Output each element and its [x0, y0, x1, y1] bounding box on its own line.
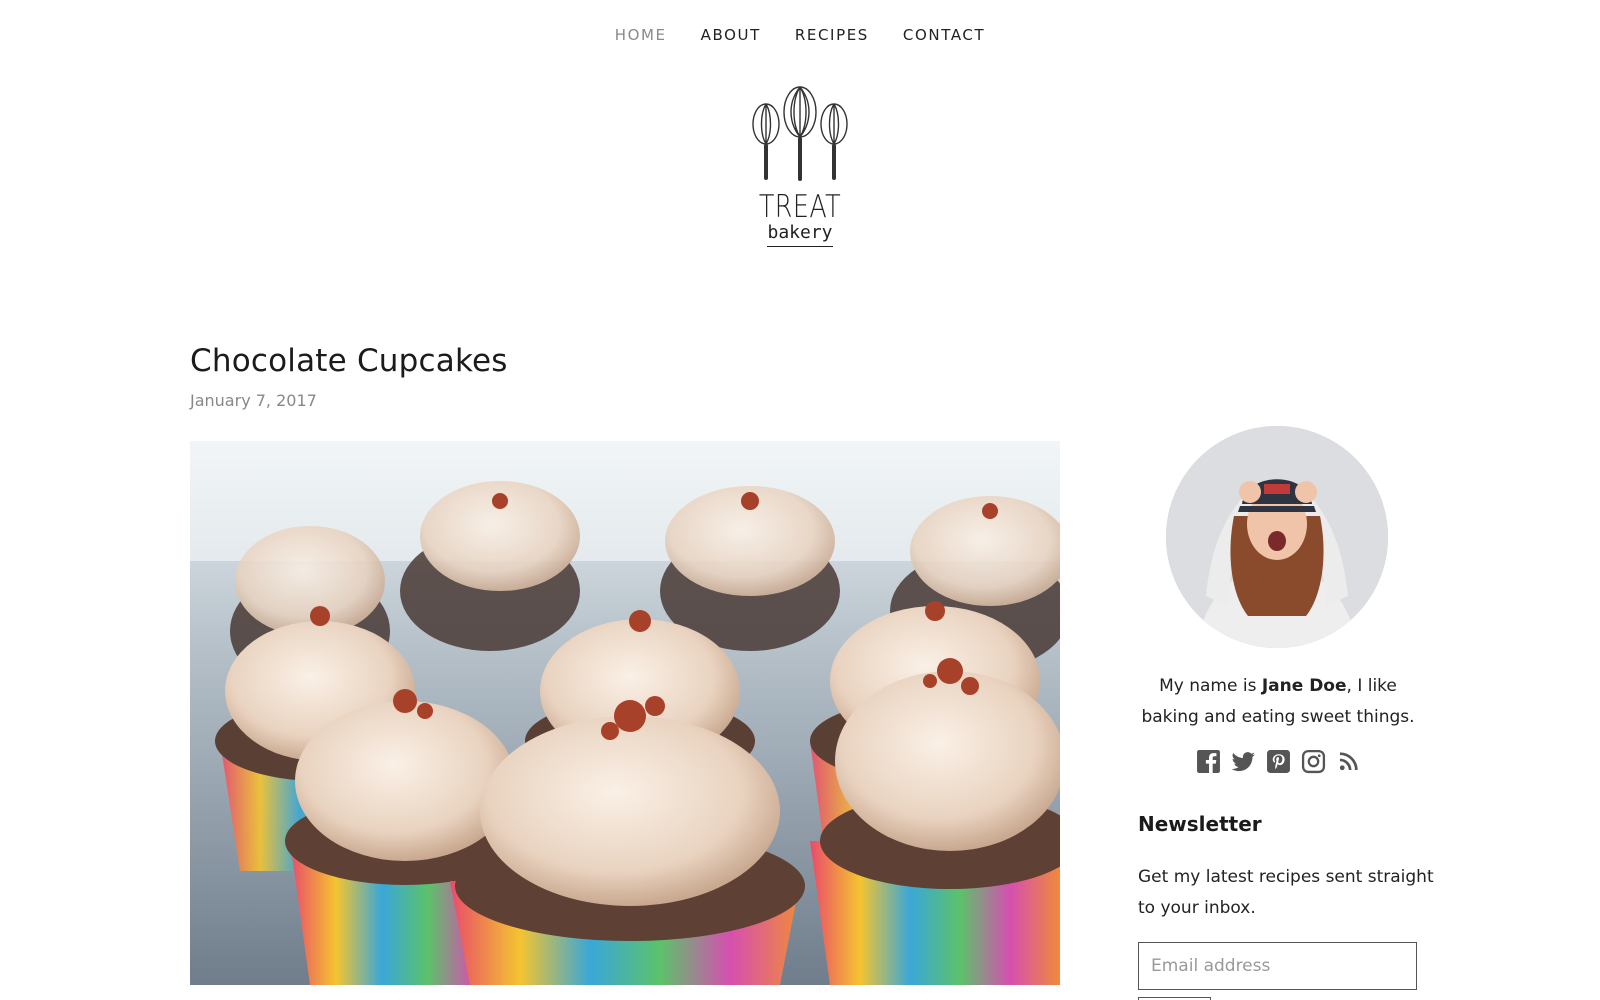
instagram-icon[interactable] [1301, 749, 1326, 774]
bio-prefix: My name is [1159, 676, 1262, 696]
social-links [1196, 749, 1361, 774]
pinterest-icon[interactable] [1266, 749, 1291, 774]
main-nav: HOME ABOUT RECIPES CONTACT [0, 26, 1600, 44]
cupcakes-photo [190, 441, 1060, 985]
rss-icon[interactable] [1336, 749, 1361, 774]
nav-about[interactable]: ABOUT [701, 26, 761, 44]
nav-recipes[interactable]: RECIPES [795, 26, 869, 44]
nav-contact[interactable]: CONTACT [903, 26, 985, 44]
author-name: Jane Doe [1261, 676, 1347, 696]
newsletter-text: Get my latest recipes sent straight to y… [1138, 867, 1434, 918]
nav-home[interactable]: HOME [615, 26, 667, 44]
post-featured-image[interactable] [190, 441, 1060, 985]
newsletter-title: Newsletter [1138, 812, 1262, 836]
logo-subtitle: bakery [767, 223, 833, 247]
twitter-icon[interactable] [1231, 749, 1256, 774]
post-title[interactable]: Chocolate Cupcakes [190, 343, 508, 379]
author-photo [1166, 426, 1388, 648]
site-logo[interactable]: TREAT bakery [745, 86, 855, 261]
page: HOME ABOUT RECIPES CONTACT TREAT bakery … [0, 0, 1600, 1000]
whisk-icon [752, 86, 848, 181]
facebook-icon[interactable] [1196, 749, 1221, 774]
post-date: January 7, 2017 [190, 391, 317, 410]
logo-wordmark: TREAT [758, 189, 842, 225]
author-bio: My name is Jane Doe, I like baking and e… [1130, 671, 1426, 733]
author-avatar[interactable] [1166, 426, 1388, 648]
newsletter-email-input[interactable] [1138, 942, 1417, 990]
